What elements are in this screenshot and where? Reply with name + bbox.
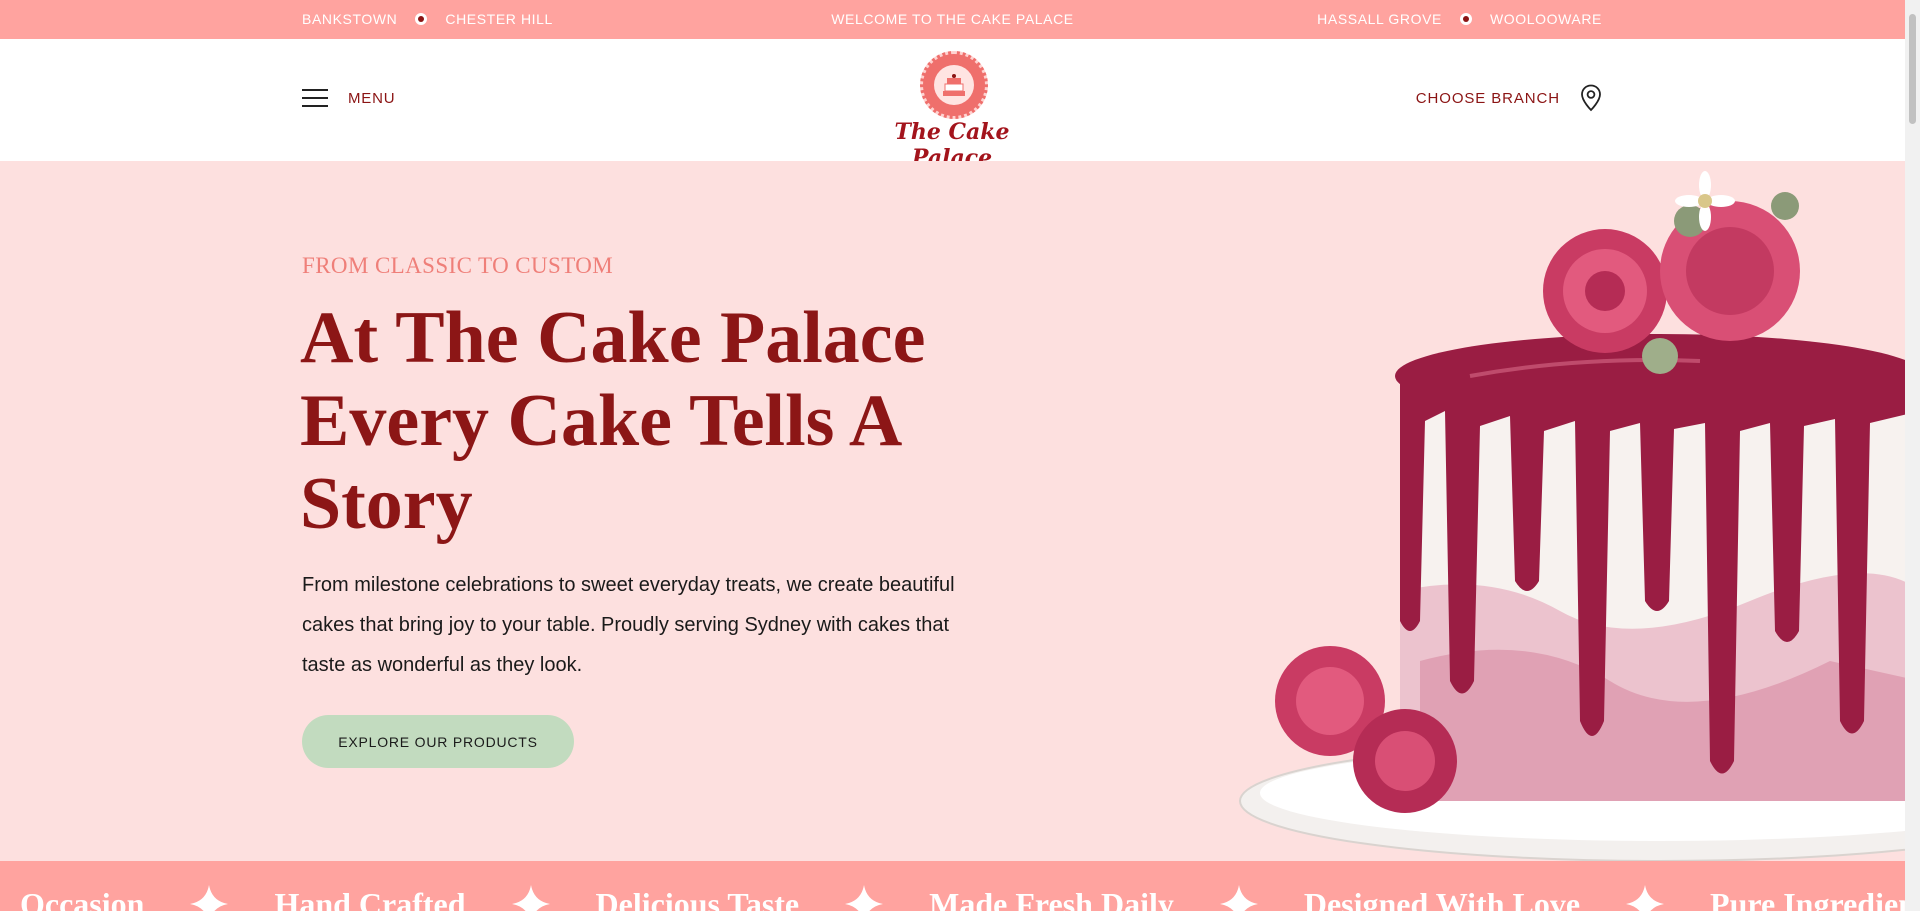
location-separator-icon: [1459, 13, 1472, 25]
feature-marquee: Occasion Hand Crafted Delicious Taste Ma…: [0, 861, 1905, 911]
marquee-item: Hand Crafted: [274, 886, 466, 911]
cake-image: [1239, 171, 1905, 861]
cake-logo-icon: [920, 51, 988, 119]
site-header: MENU The Cake Palace CHOOSE BRANCH: [0, 39, 1905, 171]
top-right-locations: HASSALL GROVE WOOLOOWARE: [1317, 11, 1602, 27]
star-icon: [1219, 885, 1258, 911]
explore-products-button[interactable]: EXPLORE OUR PRODUCTS: [302, 715, 574, 768]
choose-branch-button[interactable]: CHOOSE BRANCH: [1416, 84, 1602, 112]
map-pin-icon: [1581, 84, 1601, 112]
marquee-track: Occasion Hand Crafted Delicious Taste Ma…: [20, 885, 1905, 911]
hero-headline: At The Cake Palace Every Cake Tells A St…: [300, 297, 926, 545]
page-scrollbar[interactable]: [1905, 0, 1920, 911]
star-icon: [1626, 885, 1665, 911]
menu-button[interactable]: MENU: [302, 88, 395, 108]
hero-section: FROM CLASSIC TO CUSTOM At The Cake Palac…: [0, 161, 1905, 861]
scrollbar-thumb[interactable]: [1909, 14, 1916, 124]
marquee-item: Delicious Taste: [595, 886, 800, 911]
location-link[interactable]: WOOLOOWARE: [1490, 11, 1602, 27]
marquee-item: Made Fresh Daily: [929, 886, 1174, 911]
location-link[interactable]: HASSALL GROVE: [1317, 11, 1442, 27]
star-icon: [845, 885, 884, 911]
hamburger-icon: [302, 88, 328, 108]
menu-label: MENU: [348, 89, 396, 107]
marquee-item: Occasion: [20, 886, 145, 911]
marquee-item: Designed With Love: [1303, 886, 1581, 911]
top-location-bar: BANKSTOWN CHESTER HILL WELCOME TO THE CA…: [0, 0, 1905, 39]
choose-branch-label: CHOOSE BRANCH: [1415, 89, 1560, 107]
star-icon: [190, 885, 229, 911]
site-logo[interactable]: The Cake Palace: [876, 51, 1028, 171]
hero-eyebrow: FROM CLASSIC TO CUSTOM: [302, 253, 614, 278]
welcome-message: WELCOME TO THE CAKE PALACE: [831, 11, 1074, 27]
hero-description: From milestone celebrations to sweet eve…: [302, 574, 955, 676]
marquee-item: Pure Ingredients: [1710, 886, 1905, 911]
star-icon: [511, 885, 550, 911]
